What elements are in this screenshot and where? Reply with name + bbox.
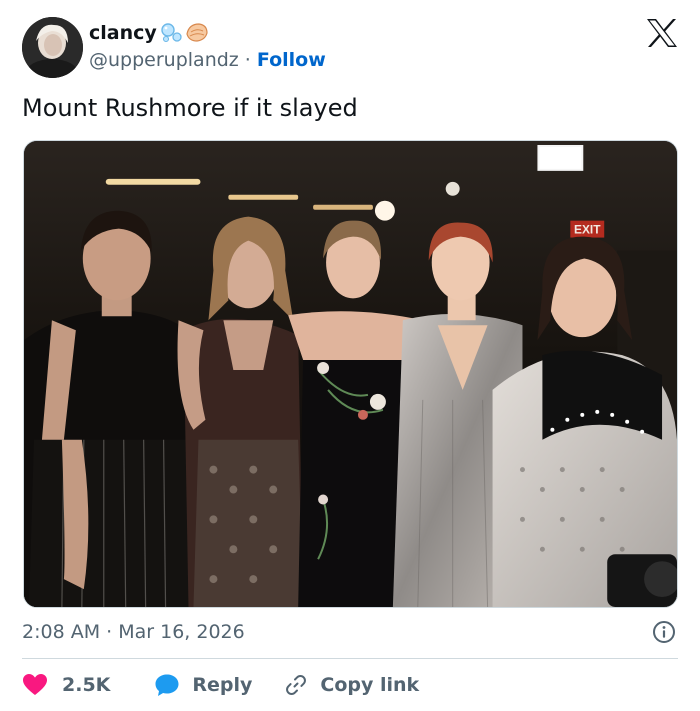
actions-divider [22,658,678,659]
exit-sign: EXIT [574,223,601,237]
link-icon [286,674,307,696]
tweet-photo[interactable]: EXIT [23,140,678,608]
tweet-actions: 2.5K Reply Copy link [22,670,419,700]
tweet-card: clancy @upperuplandz · Follow Mount Rush… [0,0,700,711]
reply-button[interactable]: Reply [154,673,252,697]
heart-icon [23,674,47,695]
reply-label: Reply [192,674,253,696]
info-icon[interactable] [652,620,676,644]
display-name[interactable]: clancy [89,22,157,44]
reply-bubble-icon [155,674,179,696]
bubbles-emoji-icon [161,23,182,43]
tweet-text: Mount Rushmore if it slayed [22,94,358,122]
handle-line: @upperuplandz · Follow [89,49,326,71]
separator-dot: · [238,49,257,71]
copy-link-button[interactable]: Copy link [284,673,419,697]
name-emoji-badges [160,20,209,46]
avatar[interactable] [22,17,83,78]
copy-link-label: Copy link [320,674,420,696]
like-button[interactable]: 2.5K [22,673,110,697]
shell-emoji-icon [186,23,208,42]
like-count: 2.5K [62,674,111,696]
user-handle[interactable]: @upperuplandz [89,49,239,71]
tweet-timestamp[interactable]: 2:08 AM · Mar 16, 2026 [22,621,245,643]
follow-link[interactable]: Follow [257,49,326,71]
x-logo-icon[interactable] [646,18,678,48]
